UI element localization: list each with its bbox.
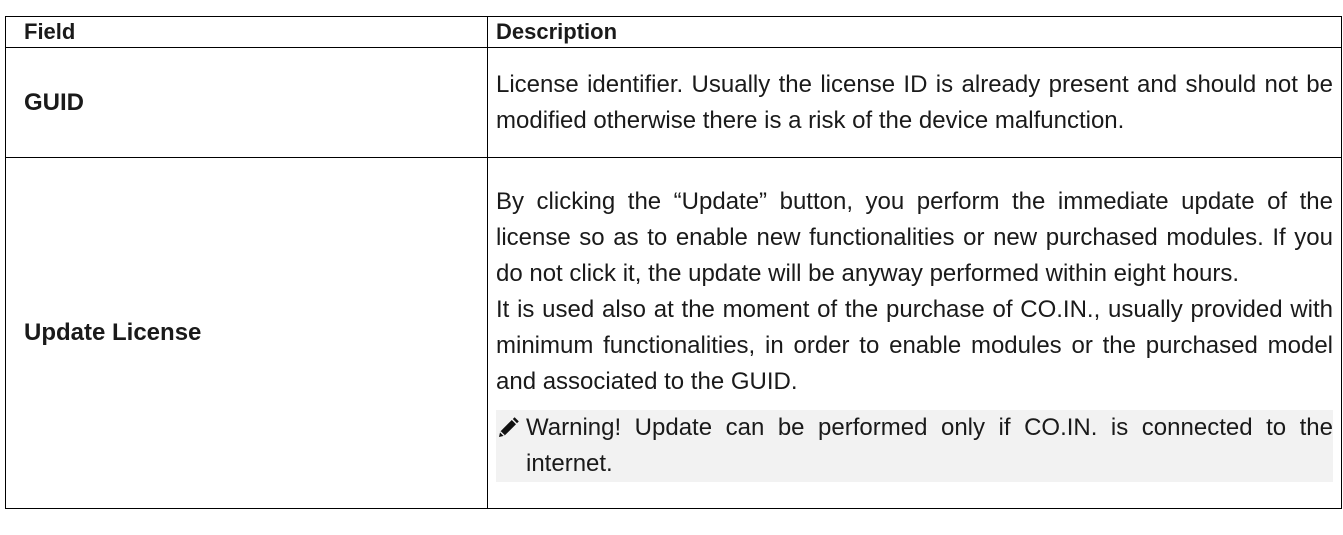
pencil-icon — [496, 410, 526, 446]
column-header-field-label: Field — [24, 19, 76, 44]
description-cell: By clicking the “Update” button, you per… — [487, 157, 1342, 509]
field-cell: GUID — [5, 47, 488, 158]
column-header-description-label: Description — [496, 19, 618, 44]
table-row: GUID License identifier. Usually the lic… — [5, 47, 1342, 158]
table-row: Update License By clicking the “Update” … — [5, 157, 1342, 509]
warning-note: Warning! Update can be performed only if… — [496, 410, 1333, 482]
column-header-description: Description — [487, 16, 1342, 48]
description-paragraph-1: By clicking the “Update” button, you per… — [496, 188, 1333, 287]
column-header-field: Field — [5, 16, 488, 48]
field-name: GUID — [24, 88, 84, 116]
field-cell: Update License — [5, 157, 488, 509]
description-paragraph-2: It is used also at the moment of the pur… — [496, 296, 1333, 395]
warning-text: Warning! Update can be performed only if… — [526, 414, 1333, 477]
field-name: Update License — [24, 319, 202, 346]
description-text: License identifier. Usually the license … — [496, 71, 1333, 134]
description-cell: License identifier. Usually the license … — [487, 47, 1342, 158]
table-header-row: Field Description — [5, 16, 1342, 48]
fields-table: Field Description GUID License identifie… — [5, 16, 1342, 509]
